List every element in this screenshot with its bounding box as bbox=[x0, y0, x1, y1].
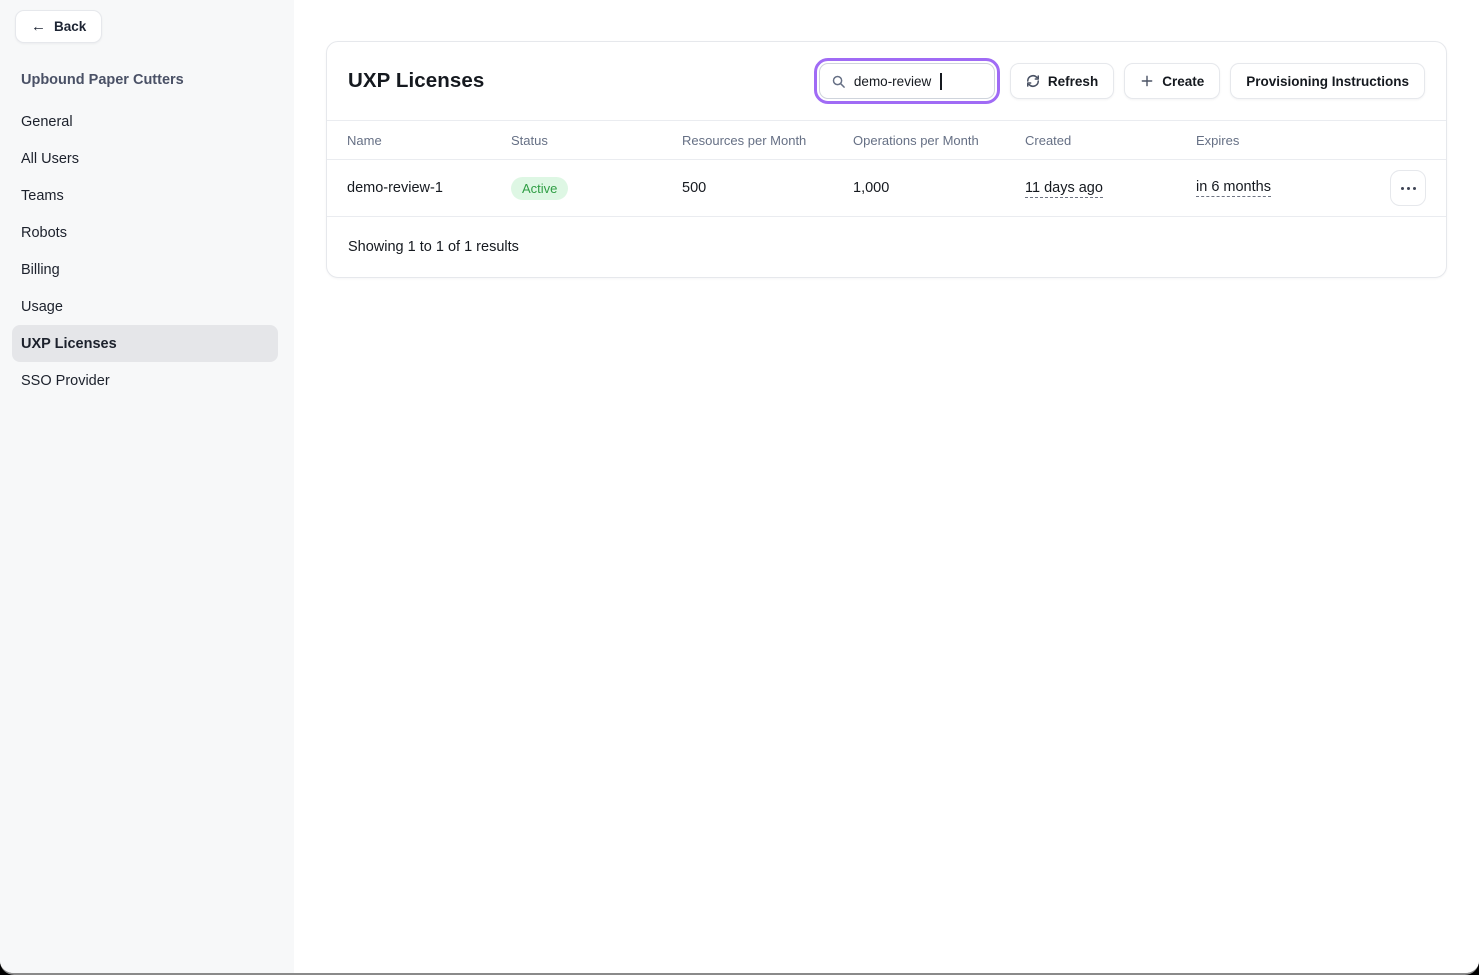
back-button[interactable]: ← Back bbox=[15, 10, 102, 43]
sidebar-item-label: Robots bbox=[21, 225, 67, 241]
status-cell: Active bbox=[511, 177, 682, 200]
create-button[interactable]: Create bbox=[1124, 63, 1220, 99]
row-actions-button[interactable] bbox=[1390, 170, 1426, 206]
sidebar-item-label: All Users bbox=[21, 151, 79, 167]
create-button-label: Create bbox=[1162, 74, 1204, 89]
sidebar-item-teams[interactable]: Teams bbox=[12, 177, 278, 214]
main-content: UXP Licenses demo-review bbox=[294, 0, 1479, 973]
sidebar-item-all-users[interactable]: All Users bbox=[12, 140, 278, 177]
expires-relative-time: in 6 months bbox=[1196, 179, 1271, 197]
arrow-left-icon: ← bbox=[31, 19, 46, 34]
text-caret bbox=[940, 73, 942, 90]
sidebar-item-billing[interactable]: Billing bbox=[12, 251, 278, 288]
ellipsis-icon bbox=[1401, 187, 1404, 190]
column-header-status: Status bbox=[511, 133, 682, 148]
sidebar-item-sso-provider[interactable]: SSO Provider bbox=[12, 362, 278, 399]
app-window: ← Back Upbound Paper Cutters General All… bbox=[0, 0, 1479, 975]
column-header-operations: Operations per Month bbox=[853, 133, 1025, 148]
provisioning-instructions-button[interactable]: Provisioning Instructions bbox=[1230, 63, 1425, 99]
search-value: demo-review bbox=[854, 74, 931, 89]
sidebar-item-uxp-licenses[interactable]: UXP Licenses bbox=[12, 325, 278, 362]
sidebar-item-robots[interactable]: Robots bbox=[12, 214, 278, 251]
table-header-row: Name Status Resources per Month Operatio… bbox=[327, 120, 1446, 160]
header-actions: demo-review Refresh bbox=[819, 63, 1425, 99]
page-title: UXP Licenses bbox=[348, 69, 484, 93]
provisioning-instructions-label: Provisioning Instructions bbox=[1246, 74, 1409, 89]
refresh-button-label: Refresh bbox=[1048, 74, 1098, 89]
created-cell: 11 days ago bbox=[1025, 180, 1196, 196]
column-header-resources: Resources per Month bbox=[682, 133, 853, 148]
operations-per-month-value: 1,000 bbox=[853, 180, 1025, 196]
refresh-button[interactable]: Refresh bbox=[1010, 63, 1114, 99]
sidebar-item-label: UXP Licenses bbox=[21, 336, 117, 352]
sidebar-item-label: General bbox=[21, 114, 73, 130]
table-results-summary: Showing 1 to 1 of 1 results bbox=[327, 217, 1446, 277]
sidebar-item-label: SSO Provider bbox=[21, 373, 110, 389]
sidebar-nav: General All Users Teams Robots Billing U… bbox=[0, 103, 294, 399]
sidebar-item-label: Teams bbox=[21, 188, 64, 204]
status-badge: Active bbox=[511, 177, 568, 200]
search-icon bbox=[831, 74, 846, 89]
refresh-icon bbox=[1026, 74, 1040, 88]
plus-icon bbox=[1140, 74, 1154, 88]
search-input[interactable]: demo-review bbox=[819, 63, 995, 99]
sidebar-item-label: Billing bbox=[21, 262, 60, 278]
resources-per-month-value: 500 bbox=[682, 180, 853, 196]
created-relative-time: 11 days ago bbox=[1025, 180, 1103, 198]
uxp-licenses-card: UXP Licenses demo-review bbox=[326, 41, 1447, 278]
expires-cell: in 6 months bbox=[1196, 170, 1426, 206]
sidebar-item-label: Usage bbox=[21, 299, 63, 315]
card-header: UXP Licenses demo-review bbox=[327, 42, 1446, 120]
back-button-label: Back bbox=[54, 19, 86, 34]
settings-sidebar: ← Back Upbound Paper Cutters General All… bbox=[0, 0, 294, 973]
column-header-expires: Expires bbox=[1196, 133, 1426, 148]
sidebar-item-usage[interactable]: Usage bbox=[12, 288, 278, 325]
org-name: Upbound Paper Cutters bbox=[21, 72, 294, 88]
column-header-created: Created bbox=[1025, 133, 1196, 148]
column-header-name: Name bbox=[347, 133, 511, 148]
table-row: demo-review-1 Active 500 1,000 11 days a… bbox=[327, 160, 1446, 217]
license-name: demo-review-1 bbox=[347, 180, 511, 196]
sidebar-item-general[interactable]: General bbox=[12, 103, 278, 140]
